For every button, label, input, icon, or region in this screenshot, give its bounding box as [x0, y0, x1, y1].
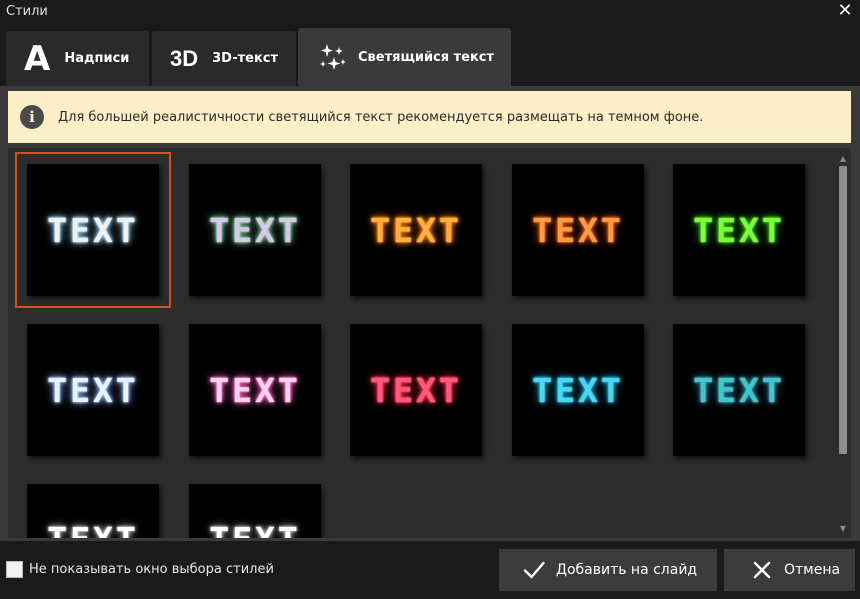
- scroll-up-icon[interactable]: ▲: [838, 154, 848, 164]
- tab-3d-text-label: 3D-текст: [212, 51, 279, 66]
- add-to-slide-button[interactable]: Добавить на слайд: [499, 549, 717, 591]
- info-icon: i: [20, 105, 44, 129]
- style-preview-text: TEXT: [532, 370, 624, 410]
- window-title: Стили: [6, 4, 48, 19]
- cancel-label: Отмена: [784, 562, 841, 578]
- style-preview-text: TEXT: [209, 370, 301, 410]
- tab-glowing-text-label: Светящийся текст: [358, 49, 495, 65]
- style-tile[interactable]: TEXT: [673, 324, 805, 456]
- style-tile[interactable]: TEXT: [673, 164, 805, 296]
- tab-bar: A Надписи 3D 3D-текст Светящийся текст: [0, 28, 860, 86]
- style-preview-text: TEXT: [47, 520, 138, 538]
- style-preview-text: TEXT: [209, 210, 301, 250]
- dont-show-label[interactable]: Не показывать окно выбора стилей: [29, 562, 274, 577]
- tab-captions-label: Надписи: [64, 51, 130, 66]
- vertical-scrollbar[interactable]: ▲ ▼: [838, 154, 848, 534]
- style-preview-text: TEXT: [370, 370, 462, 410]
- info-notice: i Для большей реалистичности светящийся …: [8, 91, 851, 143]
- checkmark-icon: [522, 558, 546, 582]
- tab-glowing-text[interactable]: Светящийся текст: [298, 28, 511, 86]
- notice-text: Для большей реалистичности светящийся те…: [58, 109, 704, 125]
- add-to-slide-label: Добавить на слайд: [556, 562, 698, 578]
- style-preview-text: TEXT: [47, 370, 139, 410]
- title-bar: Стили ✕: [0, 0, 860, 24]
- footer: Не показывать окно выбора стилей Добавит…: [0, 541, 860, 599]
- style-tile[interactable]: TEXT: [189, 324, 321, 456]
- tab-3d-text[interactable]: 3D 3D-текст: [152, 31, 296, 86]
- style-tile[interactable]: TEXT: [350, 164, 482, 296]
- tab-captions[interactable]: A Надписи: [6, 31, 149, 86]
- letter-a-icon: A: [24, 38, 51, 79]
- style-preview-text: TEXT: [693, 370, 785, 410]
- style-tile[interactable]: TEXT: [512, 164, 644, 296]
- style-tile[interactable]: TEXT: [350, 324, 482, 456]
- dont-show-checkbox[interactable]: [6, 561, 23, 578]
- style-preview-text: TEXT: [693, 210, 785, 250]
- style-tile[interactable]: TEXT: [189, 164, 321, 296]
- close-icon[interactable]: ✕: [834, 0, 856, 22]
- style-preview-text: TEXT: [532, 210, 624, 250]
- style-tile[interactable]: TEXT: [189, 484, 321, 538]
- close-icon: [750, 558, 774, 582]
- style-tile[interactable]: TEXT: [27, 324, 159, 456]
- styles-panel: i Для большей реалистичности светящийся …: [0, 86, 860, 541]
- style-preview-text: TEXT: [47, 210, 139, 250]
- scroll-down-icon[interactable]: ▼: [838, 524, 848, 534]
- style-tile[interactable]: TEXT: [15, 152, 171, 308]
- 3d-icon: 3D: [170, 45, 199, 71]
- style-tile[interactable]: TEXT: [512, 324, 644, 456]
- cancel-button[interactable]: Отмена: [724, 549, 855, 591]
- sparkle-icon: [318, 42, 348, 72]
- style-preview-text: TEXT: [209, 520, 300, 538]
- style-grid: TEXT TEXT TEXT TEXT TEXT TEXT TEXT TEXT …: [8, 148, 851, 538]
- style-tile[interactable]: TEXT: [27, 484, 159, 538]
- scroll-thumb[interactable]: [839, 166, 847, 454]
- style-preview-text: TEXT: [370, 210, 462, 250]
